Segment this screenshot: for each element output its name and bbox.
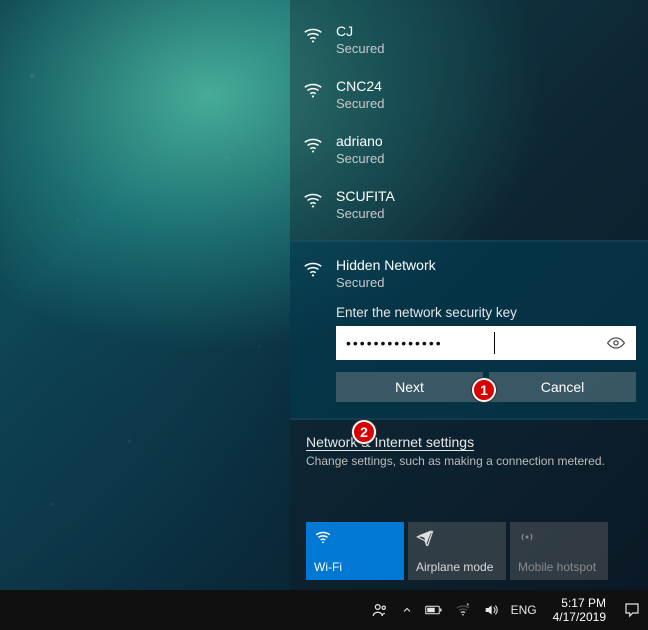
password-input[interactable] — [336, 326, 596, 360]
clock[interactable]: 5:17 PM 4/17/2019 — [547, 596, 612, 624]
system-tray: * ENG — [371, 590, 537, 630]
network-settings-link[interactable]: Network & Internet settings — [306, 434, 632, 450]
hotspot-icon — [518, 528, 600, 546]
network-name: adriano — [336, 132, 384, 150]
wifi-icon — [300, 187, 326, 213]
mobile-hotspot-tile[interactable]: Mobile hotspot — [510, 522, 608, 580]
next-button[interactable]: Next — [336, 372, 483, 402]
volume-icon[interactable] — [483, 590, 499, 630]
network-item-scufita[interactable]: SCUFITA Secured — [290, 177, 648, 232]
action-center-icon[interactable] — [622, 590, 642, 630]
cancel-button[interactable]: Cancel — [489, 372, 636, 402]
text-cursor — [494, 332, 495, 354]
network-item-cj[interactable]: CJ Secured — [290, 12, 648, 67]
wifi-icon — [314, 528, 396, 546]
airplane-mode-tile[interactable]: Airplane mode — [408, 522, 506, 580]
taskbar: * ENG 5:17 PM 4/17/2019 — [0, 590, 648, 630]
network-settings-block: Network & Internet settings Change setti… — [290, 420, 648, 478]
network-list: CJ Secured CNC24 Secured adriano — [290, 0, 648, 232]
svg-text:*: * — [466, 602, 469, 610]
selected-network-status: Secured — [336, 274, 436, 291]
quick-action-tiles: Wi-Fi Airplane mode Mobile hotspot — [290, 516, 648, 590]
network-status: Secured — [336, 40, 384, 57]
network-name: SCUFITA — [336, 187, 395, 205]
network-settings-desc: Change settings, such as making a connec… — [306, 454, 632, 468]
selected-network-panel: Hidden Network Secured Enter the network… — [290, 240, 648, 420]
clock-time: 5:17 PM — [553, 596, 606, 610]
dialog-buttons: Next Cancel — [336, 372, 636, 402]
network-status: Secured — [336, 205, 395, 222]
network-item-cnc24[interactable]: CNC24 Secured — [290, 67, 648, 122]
chevron-up-icon[interactable] — [401, 590, 413, 630]
airplane-icon — [416, 528, 498, 546]
clock-date: 4/17/2019 — [553, 610, 606, 624]
wifi-tile[interactable]: Wi-Fi — [306, 522, 404, 580]
security-key-prompt: Enter the network security key — [336, 305, 636, 320]
password-field-wrap — [336, 326, 636, 360]
network-flyout: CJ Secured CNC24 Secured adriano — [290, 0, 648, 590]
wifi-tray-icon[interactable]: * — [455, 590, 471, 630]
network-name: CNC24 — [336, 77, 384, 95]
network-status: Secured — [336, 150, 384, 167]
language-indicator[interactable]: ENG — [511, 590, 537, 630]
network-name: CJ — [336, 22, 384, 40]
battery-icon[interactable] — [425, 590, 443, 630]
wifi-icon — [300, 77, 326, 103]
tile-label: Airplane mode — [416, 561, 498, 574]
wifi-icon — [300, 22, 326, 48]
reveal-password-icon[interactable] — [596, 326, 636, 360]
selected-network-name: Hidden Network — [336, 256, 436, 274]
network-status: Secured — [336, 95, 384, 112]
network-item-adriano[interactable]: adriano Secured — [290, 122, 648, 177]
wifi-icon — [300, 256, 326, 282]
wifi-icon — [300, 132, 326, 158]
tile-label: Wi-Fi — [314, 561, 396, 574]
tile-label: Mobile hotspot — [518, 561, 600, 574]
people-icon[interactable] — [371, 590, 389, 630]
